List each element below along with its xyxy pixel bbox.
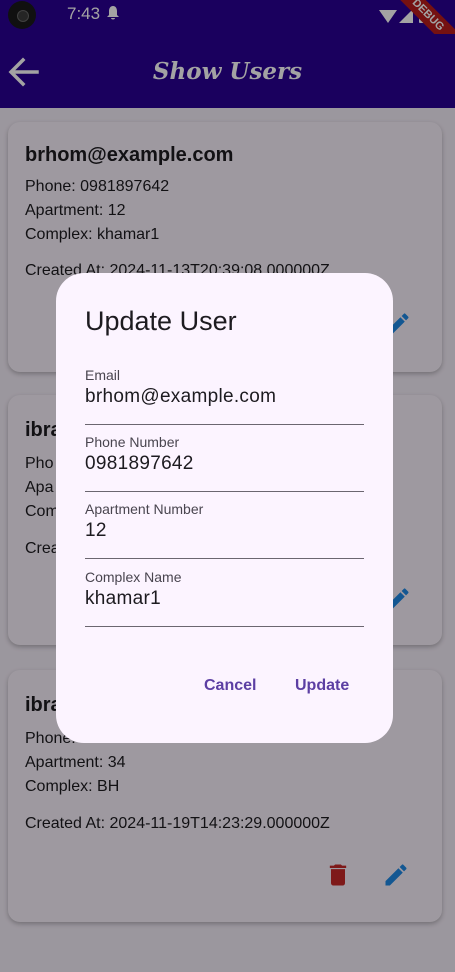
email-field[interactable]: Email brhom@example.com: [85, 367, 364, 425]
cancel-button[interactable]: Cancel: [204, 677, 256, 695]
update-button[interactable]: Update: [295, 677, 349, 695]
apartment-number-field[interactable]: Apartment Number 12: [85, 501, 364, 559]
complex-name-field-value[interactable]: khamar1: [85, 588, 161, 610]
email-field-value[interactable]: brhom@example.com: [85, 386, 276, 408]
phone-number-field[interactable]: Phone Number 0981897642: [85, 434, 364, 492]
apartment-number-field-value[interactable]: 12: [85, 520, 107, 542]
complex-name-field-label: Complex Name: [85, 569, 182, 585]
phone-number-field-label: Phone Number: [85, 434, 180, 450]
dialog-title: Update User: [85, 306, 237, 336]
update-user-dialog: Update User Email brhom@example.com Phon…: [56, 273, 393, 743]
complex-name-field[interactable]: Complex Name khamar1: [85, 569, 364, 627]
email-field-label: Email: [85, 367, 121, 383]
apartment-number-field-label: Apartment Number: [85, 501, 204, 517]
phone-number-field-value[interactable]: 0981897642: [85, 453, 194, 475]
